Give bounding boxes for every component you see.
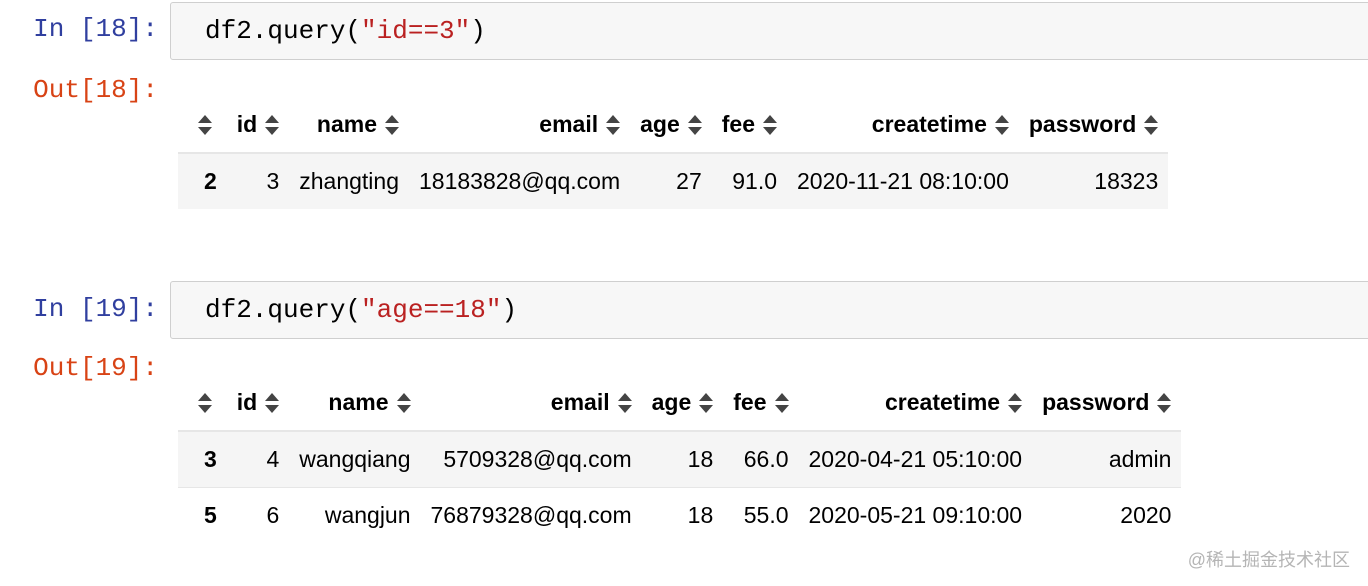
cell-email: 76879328@qq.com — [420, 486, 642, 543]
sort-icon[interactable] — [994, 115, 1009, 135]
sort-icon[interactable] — [198, 393, 212, 413]
dataframe-table: id name email age fee createtime passwor… — [178, 97, 1169, 209]
column-header-age[interactable]: age — [630, 97, 712, 154]
column-header-id[interactable]: id — [226, 375, 290, 432]
cell-age: 18 — [687, 445, 714, 472]
sort-icon[interactable] — [1144, 115, 1159, 135]
string-literal: "id==3" — [361, 16, 471, 46]
column-header-id[interactable]: id — [226, 97, 290, 154]
column-header-name[interactable]: name — [289, 97, 409, 154]
column-header-createtime[interactable]: createtime — [798, 375, 1033, 432]
cell-name: zhangting — [299, 168, 399, 194]
cell-id: 6 — [226, 486, 290, 543]
cell-fee: 91.0 — [732, 168, 777, 194]
in-prompt: In [19]: — [33, 294, 158, 324]
sort-icon[interactable] — [265, 393, 280, 413]
sort-icon[interactable] — [1157, 393, 1172, 413]
cell-age: 18 — [641, 486, 724, 543]
code-cell[interactable]: df2.query("age==18") — [170, 281, 1368, 339]
cell-email: 5709328@qq.com — [443, 445, 632, 472]
cell-name: wangjun — [289, 486, 421, 543]
sort-icon[interactable] — [606, 115, 621, 135]
sort-icon[interactable] — [396, 393, 411, 413]
index-header[interactable] — [178, 97, 227, 154]
cell-createtime: 2020-04-21 05:10:00 — [808, 445, 1023, 472]
sort-icon[interactable] — [198, 115, 212, 135]
cell-id: 4 — [266, 445, 280, 472]
table-row: 3 4 wangqiang 5709328@qq.com 18 66.0 202… — [178, 431, 1182, 487]
row-index: 2 — [204, 168, 217, 194]
column-header-email[interactable]: email — [420, 375, 642, 432]
cell-fee: 66.0 — [743, 445, 789, 472]
code-line: df2.query("age==18") — [205, 295, 518, 325]
sort-icon[interactable] — [385, 115, 399, 135]
out-prompt: Out[19]: — [33, 353, 158, 383]
in-prompt: In [18]: — [33, 14, 158, 44]
column-header-fee[interactable]: fee — [711, 97, 787, 154]
code-cell[interactable]: df2.query("id==3") — [170, 2, 1368, 60]
header-row: id name email age fee createtime passwor… — [178, 97, 1169, 154]
column-header-password[interactable]: password — [1032, 375, 1182, 432]
dataframe-table: id name email age fee createtime passwor… — [178, 375, 1182, 543]
cell-age: 27 — [676, 168, 702, 194]
sort-icon[interactable] — [763, 115, 777, 135]
row-index: 5 — [178, 486, 227, 543]
column-header-age[interactable]: age — [641, 375, 724, 432]
cell-password: admin — [1108, 445, 1172, 472]
cell-name: wangqiang — [299, 445, 411, 472]
index-header[interactable] — [178, 375, 227, 432]
code-line: df2.query("id==3") — [205, 16, 486, 46]
column-header-createtime[interactable]: createtime — [787, 97, 1019, 154]
cell-createtime: 2020-05-21 09:10:00 — [798, 486, 1033, 543]
column-header-password[interactable]: password — [1018, 97, 1169, 154]
table-row: 5 6 wangjun 76879328@qq.com 18 55.0 2020… — [178, 486, 1182, 543]
cell-password: 2020 — [1032, 486, 1182, 543]
table-row: 2 3 zhangting 18183828@qq.com 27 91.0 20… — [178, 153, 1169, 209]
watermark: @稀土掘金技术社区 — [1187, 550, 1350, 570]
sort-icon[interactable] — [774, 393, 789, 413]
cell-id: 3 — [266, 168, 280, 194]
sort-icon[interactable] — [699, 393, 714, 413]
cell-createtime: 2020-11-21 08:10:00 — [797, 168, 1009, 194]
cell-fee: 55.0 — [723, 486, 799, 543]
column-header-email[interactable]: email — [409, 97, 631, 154]
out-prompt: Out[18]: — [33, 75, 158, 105]
column-header-name[interactable]: name — [289, 375, 421, 432]
sort-icon[interactable] — [617, 393, 632, 413]
cell-email: 18183828@qq.com — [419, 168, 621, 194]
sort-icon[interactable] — [265, 115, 280, 135]
string-literal: "age==18" — [361, 295, 502, 325]
row-index: 3 — [204, 445, 217, 472]
sort-icon[interactable] — [687, 115, 702, 135]
column-header-fee[interactable]: fee — [723, 375, 799, 432]
header-row: id name email age fee createtime passwor… — [178, 375, 1182, 432]
sort-icon[interactable] — [1008, 393, 1023, 413]
cell-password: 18323 — [1094, 168, 1159, 194]
